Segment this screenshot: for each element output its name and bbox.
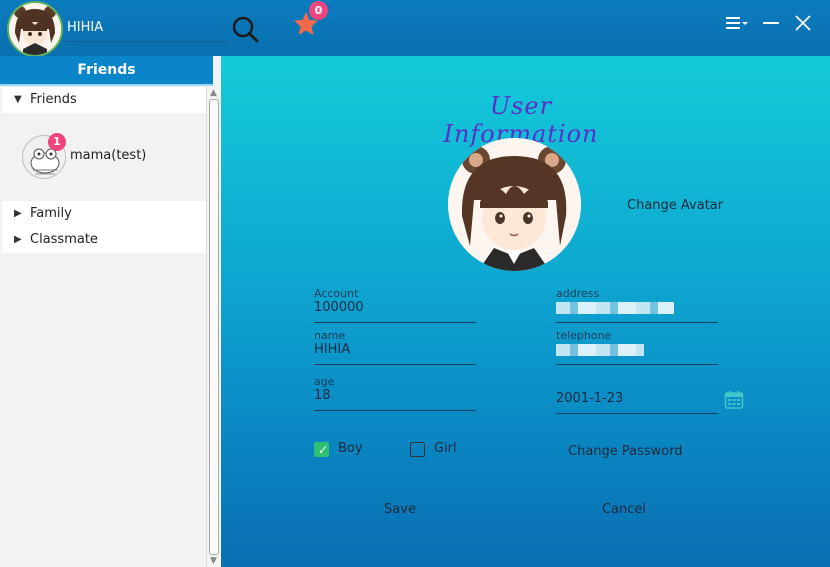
group-family[interactable]: ▶ Family: [2, 201, 206, 227]
menu-icon[interactable]: [724, 14, 750, 32]
redacted-text: [556, 343, 644, 356]
name-field[interactable]: name HIHIA: [314, 329, 476, 365]
collapsed-arrow-icon: ▶: [14, 234, 22, 245]
user-info-panel: User Information Change Avatar Account 1…: [221, 56, 830, 567]
name-label: name: [314, 329, 346, 342]
minimize-icon[interactable]: [762, 14, 780, 32]
group-label: Classmate: [30, 232, 98, 247]
scrollbar[interactable]: ▲ ▼: [206, 87, 221, 567]
girl-label: Girl: [434, 441, 457, 456]
change-avatar-button[interactable]: Change Avatar: [627, 198, 723, 213]
birthday-field[interactable]: 2001-1-23: [556, 391, 718, 414]
redacted-text: [556, 301, 674, 314]
address-underline: [556, 322, 718, 323]
friend-tree: ▼ Friends 1 mama(test) ▶ Family ▶ Classm…: [0, 87, 206, 567]
account-underline: [314, 322, 476, 323]
birthday-value[interactable]: 2001-1-23: [556, 391, 718, 411]
friend-list-item[interactable]: 1 mama(test): [2, 113, 206, 201]
account-field[interactable]: Account 100000: [314, 287, 476, 323]
telephone-underline: [556, 364, 718, 365]
scroll-thumb[interactable]: [209, 99, 219, 555]
account-label: Account: [314, 287, 359, 300]
username-underline: [66, 41, 230, 42]
group-friends[interactable]: ▼ Friends: [2, 87, 206, 113]
group-classmate[interactable]: ▶ Classmate: [2, 227, 206, 253]
address-field[interactable]: address: [556, 287, 718, 323]
checkbox-checked[interactable]: ✓: [314, 442, 329, 457]
username-label: HIHIA: [67, 20, 104, 35]
calendar-icon[interactable]: [724, 390, 744, 410]
telephone-value[interactable]: [556, 342, 718, 362]
account-value[interactable]: 100000: [314, 300, 476, 320]
friends-panel: Friends ▼ Friends 1 mama(test) ▶ Family …: [0, 56, 221, 567]
cancel-button[interactable]: Cancel: [599, 502, 649, 517]
boy-label: Boy: [338, 441, 363, 456]
scroll-up-icon[interactable]: ▲: [210, 88, 217, 98]
telephone-label: telephone: [556, 329, 612, 342]
name-value[interactable]: HIHIA: [314, 342, 476, 362]
search-icon[interactable]: [230, 14, 260, 44]
group-label: Family: [30, 206, 72, 221]
collapsed-arrow-icon: ▶: [14, 208, 22, 219]
notification-badge: 0: [309, 1, 328, 20]
close-icon[interactable]: [794, 13, 812, 33]
title-bar: HIHIA 0: [0, 0, 830, 57]
age-label: age: [314, 375, 335, 388]
user-avatar[interactable]: [7, 1, 63, 57]
address-label: address: [556, 287, 600, 300]
friends-tab[interactable]: Friends: [0, 56, 213, 86]
name-underline: [314, 364, 476, 365]
group-label: Friends: [30, 92, 77, 107]
change-password-button[interactable]: Change Password: [568, 444, 683, 459]
checkbox-unchecked[interactable]: [410, 442, 425, 457]
unread-badge: 1: [48, 133, 66, 151]
save-button[interactable]: Save: [381, 502, 419, 517]
age-value[interactable]: 18: [314, 388, 476, 408]
friend-name: mama(test): [70, 148, 147, 163]
address-value[interactable]: [556, 300, 718, 320]
scroll-down-icon[interactable]: ▼: [210, 556, 217, 566]
expanded-arrow-icon: ▼: [14, 94, 22, 105]
age-underline: [314, 410, 476, 411]
profile-avatar[interactable]: [448, 138, 581, 271]
age-field[interactable]: age 18: [314, 375, 476, 411]
check-icon: ✓: [318, 443, 329, 457]
birthday-underline: [556, 413, 718, 414]
telephone-field[interactable]: telephone: [556, 329, 718, 365]
